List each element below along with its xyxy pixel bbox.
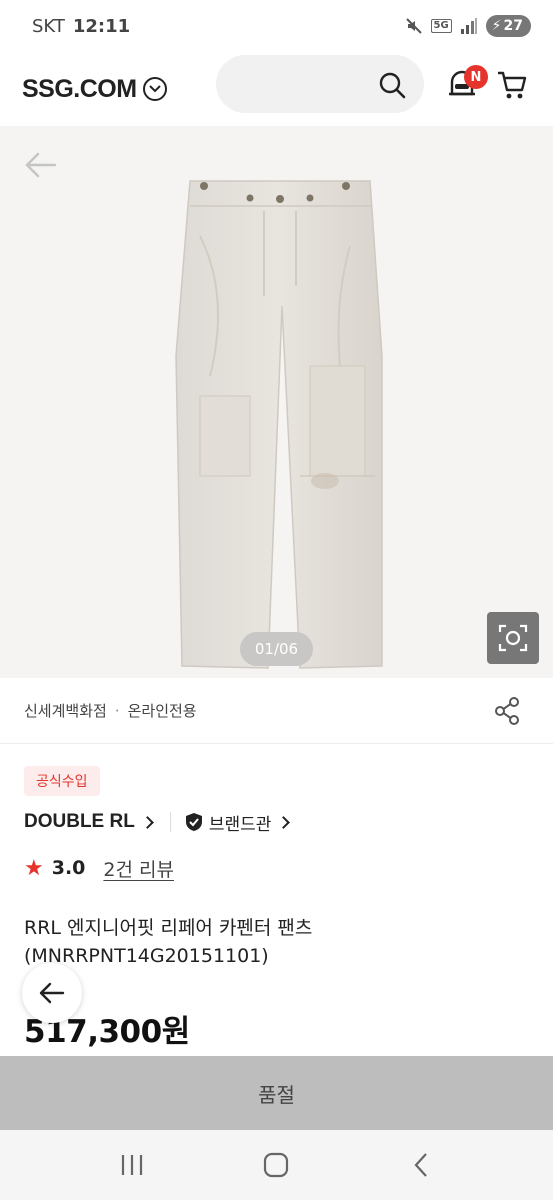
carrier: SKT	[32, 15, 65, 37]
product-image	[175, 180, 383, 669]
app-header: SSG.COM N	[0, 52, 553, 126]
shield-check-icon	[185, 813, 202, 831]
battery-indicator: ⚡ 27	[485, 15, 531, 37]
official-import-badge: 공식수입	[24, 766, 100, 796]
chevron-down-icon[interactable]	[142, 77, 167, 101]
status-icons: 5G ⚡ 27	[405, 15, 531, 37]
site-logo[interactable]: SSG.COM	[22, 75, 137, 104]
chevron-right-icon[interactable]	[277, 815, 291, 829]
search-icon[interactable]	[378, 71, 406, 99]
cart-icon[interactable]	[496, 70, 528, 100]
star-icon: ★	[24, 855, 44, 881]
product-gallery[interactable]: 01/06	[0, 126, 553, 678]
store-name[interactable]: 신세계백화점	[24, 700, 107, 721]
chevron-right-icon[interactable]	[140, 815, 154, 829]
brand-hall-link[interactable]: 브랜드관	[209, 810, 272, 835]
brand-name[interactable]: DOUBLE RL	[24, 811, 135, 833]
brand-row: DOUBLE RL 브랜드관	[24, 808, 291, 836]
channel-label: 온라인전용	[127, 702, 197, 720]
home-button[interactable]	[251, 1140, 301, 1190]
system-back-button[interactable]	[396, 1140, 446, 1190]
notification-badge: N	[464, 65, 488, 89]
share-icon[interactable]	[493, 696, 521, 726]
charging-icon: ⚡	[491, 18, 502, 34]
network-type: 5G	[430, 19, 452, 33]
arrow-left-icon[interactable]	[22, 150, 58, 180]
status-bar: SKT 12:11 5G ⚡ 27	[0, 0, 553, 52]
search-box[interactable]	[216, 55, 424, 113]
separator: ·	[114, 701, 120, 720]
image-search-button[interactable]	[487, 612, 539, 664]
arrow-left-icon	[39, 982, 65, 1004]
status-left: SKT 12:11	[32, 16, 130, 37]
review-link[interactable]: 2건 리뷰	[103, 855, 174, 882]
recents-icon	[122, 1155, 143, 1175]
clock: 12:11	[72, 15, 131, 37]
mute-icon	[405, 18, 422, 34]
recent-apps-button[interactable]	[107, 1140, 157, 1190]
store-info-row: 신세계백화점 · 온라인전용	[0, 678, 553, 744]
rating-value: 3.0	[51, 857, 86, 879]
system-nav-bar	[0, 1130, 553, 1200]
home-icon	[264, 1152, 289, 1178]
product-title: RRL 엔지니어핏 리페어 카펜터 팬츠(MNRRPNT14G20151101)	[24, 917, 313, 967]
back-chevron-icon	[414, 1153, 427, 1177]
divider	[169, 812, 171, 832]
camera-scan-icon	[498, 624, 528, 652]
battery-level: 27	[503, 18, 523, 34]
rating-row: ★ 3.0 2건 리뷰	[24, 852, 174, 884]
search-input[interactable]	[216, 55, 366, 113]
signal-icon	[460, 18, 477, 34]
image-pager: 01/06	[240, 632, 313, 666]
soldout-button[interactable]: 품절	[0, 1056, 553, 1130]
back-button[interactable]	[22, 963, 82, 1023]
